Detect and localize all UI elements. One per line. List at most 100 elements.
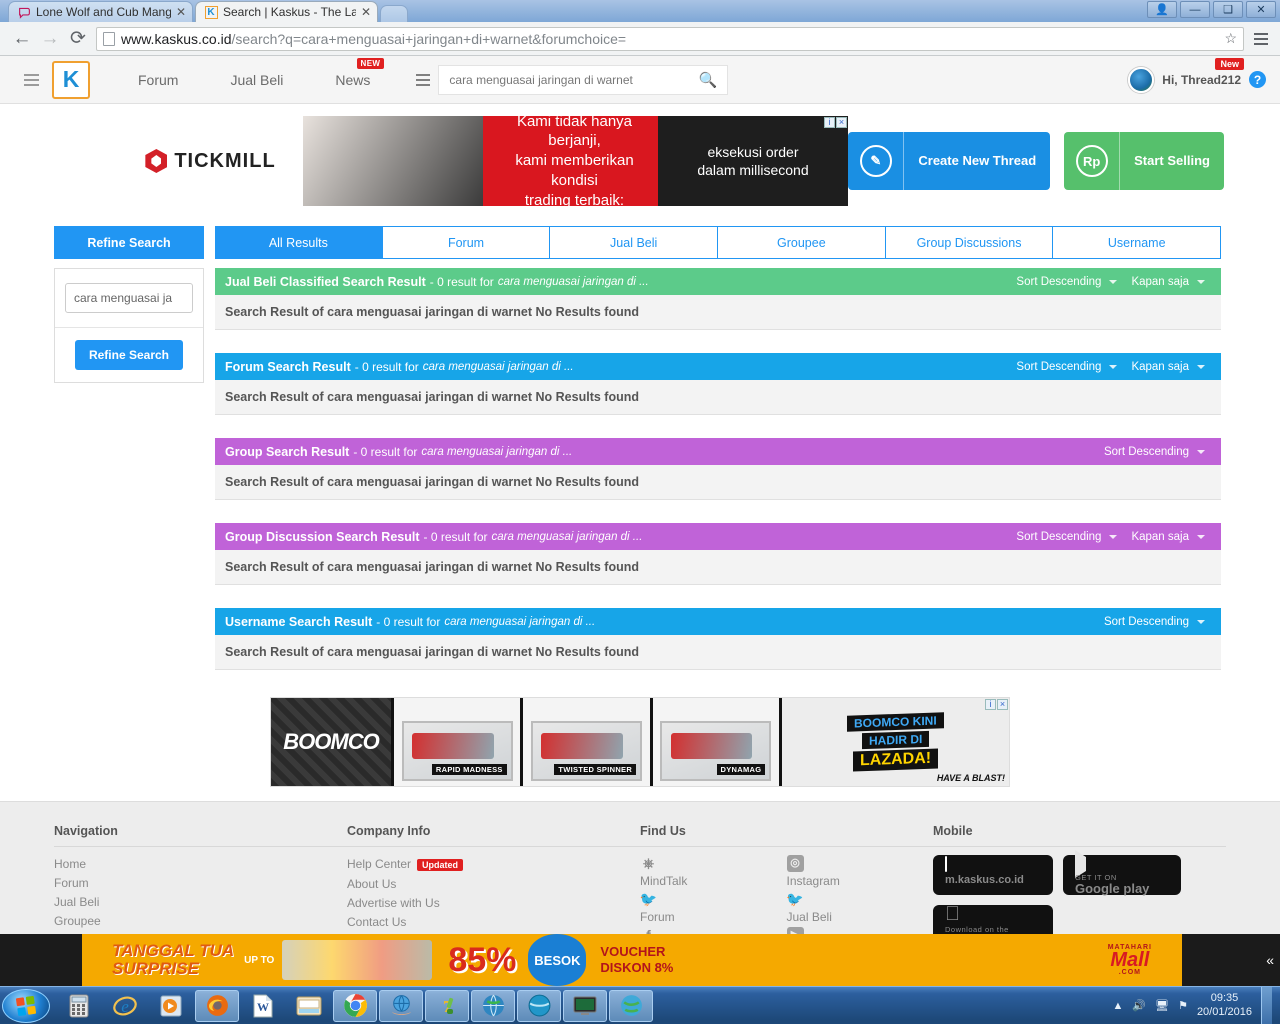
search-icon[interactable]: 🔍 xyxy=(699,71,718,89)
taskbar-globe-hands-icon[interactable] xyxy=(379,989,423,1022)
tickmill-line-2: kami memberikan kondisi xyxy=(515,152,634,189)
user-greeting[interactable]: Hi, Thread212 xyxy=(1162,73,1241,87)
taskbar-media-player-icon[interactable] xyxy=(149,990,193,1022)
nav-item-news[interactable]: News NEW xyxy=(309,57,396,88)
close-window-button[interactable]: ✕ xyxy=(1246,1,1276,18)
address-bar[interactable]: www.kaskus.co.id /search?q=cara+menguasa… xyxy=(96,26,1244,51)
taskbar-clock[interactable]: 09:35 20/01/2016 xyxy=(1197,992,1252,1020)
tickmill-ad-copy: Kami tidak hanya berjanji, kami memberik… xyxy=(483,116,658,206)
boomco-product-3-name: DYNAMAG xyxy=(716,764,766,775)
sort-descending-dropdown[interactable]: Sort Descending xyxy=(1098,446,1211,458)
taskbar-globe-blue-icon[interactable] xyxy=(471,989,515,1022)
user-profile-button[interactable]: 👤 xyxy=(1147,1,1177,18)
footer-link-home[interactable]: Home xyxy=(54,855,347,874)
help-icon[interactable]: ? xyxy=(1249,71,1266,88)
time-filter-dropdown[interactable]: Kapan saja xyxy=(1125,531,1211,543)
nav-item-jual-beli[interactable]: Jual Beli xyxy=(204,72,309,88)
time-filter-dropdown[interactable]: Kapan saja xyxy=(1125,276,1211,288)
browser-tab-2[interactable]: K Search | Kaskus - The Larg ✕ xyxy=(195,1,378,22)
taskbar-firefox-icon[interactable] xyxy=(195,989,239,1022)
refine-input-wrap xyxy=(55,269,203,328)
taskbar-globe-green-icon[interactable] xyxy=(609,989,653,1022)
chrome-menu-icon[interactable] xyxy=(1250,32,1272,45)
footer-link-contact-us[interactable]: Contact Us xyxy=(347,913,640,932)
back-arrow-icon[interactable]: ← xyxy=(8,25,36,53)
sticky-ad-collapse-icon[interactable]: « xyxy=(1266,952,1274,968)
nav-item-forum-label: Forum xyxy=(138,71,179,88)
avatar[interactable] xyxy=(1128,66,1155,93)
social-link-instagram[interactable]: ◎ Instagram xyxy=(786,855,934,891)
mataharimall-ad[interactable]: TANGGAL TUA SURPRISE UP TO 85% BESOK VOU… xyxy=(82,934,1182,986)
tab-groupee[interactable]: Groupee xyxy=(718,226,886,259)
volume-icon[interactable]: 🔊 xyxy=(1132,999,1146,1012)
result-title: Jual Beli Classified Search Result xyxy=(225,274,426,289)
taskbar-globe-teal-icon[interactable] xyxy=(517,989,561,1022)
reload-icon[interactable]: ⟳ xyxy=(64,25,92,53)
browser-tab-1[interactable]: Lone Wolf and Cub Mang ✕ xyxy=(8,1,193,22)
clock-date: 20/01/2016 xyxy=(1196,1005,1252,1018)
social-link-mindtalk[interactable]: ⎈ MindTalk xyxy=(640,855,787,891)
sort-descending-dropdown[interactable]: Sort Descending xyxy=(1098,616,1211,628)
social-link-forum-twitter[interactable]: 🐦 Forum xyxy=(640,891,787,927)
search-box[interactable]: 🔍 xyxy=(438,64,729,95)
refine-search-button[interactable]: Refine Search xyxy=(74,340,184,370)
time-filter-dropdown[interactable]: Kapan saja xyxy=(1125,361,1211,373)
maximize-button[interactable]: ❑ xyxy=(1213,1,1243,18)
sort-descending-dropdown[interactable]: Sort Descending xyxy=(1010,361,1123,373)
tab-all-results[interactable]: All Results xyxy=(215,226,383,259)
refine-search-sidebar: Refine Search xyxy=(54,268,204,693)
nav-item-forum[interactable]: Forum xyxy=(112,72,204,88)
footer-link-about-us[interactable]: About Us xyxy=(347,875,640,894)
search-input[interactable] xyxy=(449,72,699,87)
mobile-site-badge[interactable]: m.kaskus.co.id xyxy=(933,855,1053,895)
show-hidden-icons[interactable]: ▲ xyxy=(1113,1000,1124,1012)
tab-username[interactable]: Username xyxy=(1053,226,1222,259)
taskbar-seven-zip-icon[interactable]: 7 xyxy=(425,989,469,1022)
tab-forum[interactable]: Forum xyxy=(382,226,551,259)
action-center-icon[interactable]: ⚑ xyxy=(1178,999,1188,1012)
forward-arrow-icon[interactable]: → xyxy=(36,25,64,53)
taskbar-calculator-icon[interactable] xyxy=(57,990,101,1022)
tab-jual-beli[interactable]: Jual Beli xyxy=(550,226,719,259)
show-desktop-button[interactable] xyxy=(1261,986,1272,1024)
ad-close-icon[interactable]: × xyxy=(997,699,1008,710)
social-link-jualbeli-twitter[interactable]: 🐦 Jual Beli xyxy=(786,891,934,927)
footer-link-advertise[interactable]: Advertise with Us xyxy=(347,894,640,913)
sort-descending-dropdown[interactable]: Sort Descending xyxy=(1010,276,1123,288)
start-selling-button[interactable]: Rp Start Selling xyxy=(1064,132,1224,190)
footer-link-jual-beli[interactable]: Jual Beli xyxy=(54,893,347,912)
search-category-icon[interactable] xyxy=(408,64,439,95)
minimize-button[interactable]: — xyxy=(1180,1,1210,18)
new-tab-button[interactable] xyxy=(380,5,408,22)
ad-info-icon[interactable]: i xyxy=(824,117,835,128)
tickmill-ad-banner[interactable]: TICKMILL Kami tidak hanya berjanji, kami… xyxy=(118,116,848,206)
taskbar-explorer-folder-icon[interactable] xyxy=(287,990,331,1022)
tickmill-logo: TICKMILL xyxy=(118,116,303,206)
close-icon[interactable]: ✕ xyxy=(361,6,371,18)
taskbar-word-icon[interactable]: W xyxy=(241,990,285,1022)
ad-close-icon[interactable]: × xyxy=(836,117,847,128)
network-icon[interactable]: 🖥 xyxy=(1155,999,1169,1012)
main-menu-icon[interactable] xyxy=(14,63,48,97)
footer-link-help-center[interactable]: Help Center Updated xyxy=(347,855,640,875)
taskbar-monitor-icon[interactable] xyxy=(563,989,607,1022)
start-button[interactable] xyxy=(2,988,50,1023)
google-play-badge[interactable]: GET IT ON Google play xyxy=(1063,850,1181,896)
sort-descending-dropdown[interactable]: Sort Descending xyxy=(1010,531,1123,543)
tab-group-discussions[interactable]: Group Discussions xyxy=(885,226,1054,259)
footer-link-groupee[interactable]: Groupee xyxy=(54,912,347,931)
footer-link-forum[interactable]: Forum xyxy=(54,874,347,893)
svg-text:e: e xyxy=(121,997,129,1016)
refine-search-tab[interactable]: Refine Search xyxy=(54,226,204,259)
close-icon[interactable]: ✕ xyxy=(176,6,186,18)
boomco-ad-banner[interactable]: BOOMCO RAPID MADNESS TWISTED SPINNER DYN… xyxy=(270,697,1010,787)
taskbar-chrome-icon[interactable] xyxy=(333,989,377,1022)
bookmark-star-icon[interactable]: ☆ xyxy=(1224,30,1237,47)
sticky-ad-bar[interactable]: TANGGAL TUA SURPRISE UP TO 85% BESOK VOU… xyxy=(0,934,1280,986)
create-new-thread-button[interactable]: ✎ Create New Thread xyxy=(848,132,1051,190)
sticky-ad-title: TANGGAL TUA SURPRISE xyxy=(112,942,234,978)
refine-search-input[interactable] xyxy=(65,283,193,313)
taskbar-internet-explorer-icon[interactable]: e xyxy=(103,990,147,1022)
ad-info-icon[interactable]: i xyxy=(985,699,996,710)
kaskus-logo[interactable]: K xyxy=(52,60,90,99)
